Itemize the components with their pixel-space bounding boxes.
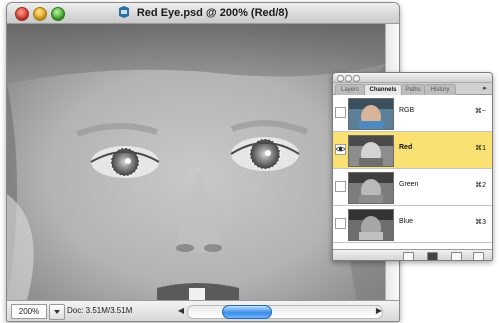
status-menu-button[interactable] — [49, 304, 65, 320]
visibility-toggle[interactable] — [335, 181, 346, 192]
palette-menu-button[interactable]: ▸ — [481, 85, 489, 92]
channel-shortcut: ⌘3 — [475, 219, 486, 226]
triangle-menu-icon — [54, 310, 60, 314]
new-channel-icon[interactable] — [451, 252, 462, 260]
palette-footer — [333, 249, 492, 260]
tab-layers[interactable]: Layers — [335, 84, 365, 95]
scroll-right-button[interactable]: ▶ — [373, 304, 385, 318]
status-bar: 200% Doc: 3.51M/3.51M ◀ ▶ — [7, 300, 399, 321]
save-selection-icon[interactable] — [427, 252, 438, 260]
grayscale-photo-child-face — [7, 24, 385, 300]
channel-list: RGB ⌘~ Red ⌘1 Green ⌘2 Blue ⌘3 — [333, 95, 492, 249]
palette-titlebar[interactable] — [333, 73, 492, 83]
channel-thumbnail — [348, 135, 394, 167]
horizontal-scrollbar-thumb[interactable] — [222, 305, 272, 319]
channel-row-rgb[interactable]: RGB ⌘~ — [333, 95, 492, 132]
visibility-toggle[interactable] — [335, 107, 346, 118]
palette-minimize-button[interactable] — [345, 75, 352, 82]
channel-shortcut: ⌘1 — [475, 145, 486, 152]
zoom-level-field[interactable]: 200% — [11, 304, 47, 319]
palette-close-button[interactable] — [337, 75, 344, 82]
channel-name: Blue — [399, 218, 414, 225]
tab-channels[interactable]: Channels — [364, 84, 402, 95]
visibility-toggle[interactable] — [335, 218, 346, 229]
window-title-group: Red Eye.psd @ 200% (Red/8) — [7, 6, 399, 19]
channel-thumbnail — [348, 172, 394, 204]
window-titlebar[interactable]: Red Eye.psd @ 200% (Red/8) — [7, 3, 399, 24]
tab-paths[interactable]: Paths — [401, 84, 425, 95]
image-canvas[interactable] — [7, 24, 385, 300]
channel-row-green[interactable]: Green ⌘2 — [333, 169, 492, 206]
palette-tabs: Layers Channels Paths History ▸ — [333, 83, 492, 95]
channel-row-blue[interactable]: Blue ⌘3 — [333, 206, 492, 243]
channel-shortcut: ⌘~ — [474, 108, 486, 115]
scroll-left-button[interactable]: ◀ — [175, 304, 187, 318]
tab-history[interactable]: History — [424, 84, 456, 95]
load-selection-icon[interactable] — [403, 252, 414, 260]
channels-palette: Layers Channels Paths History ▸ RGB ⌘~ R… — [332, 72, 493, 261]
channel-thumbnail — [348, 98, 394, 130]
eye-icon — [336, 146, 345, 152]
channel-row-red[interactable]: Red ⌘1 — [333, 132, 492, 169]
channel-name: Red — [399, 144, 413, 151]
channel-shortcut: ⌘2 — [475, 182, 486, 189]
delete-channel-icon[interactable] — [473, 252, 484, 260]
photoshop-file-icon — [118, 6, 129, 18]
palette-zoom-button[interactable] — [353, 75, 360, 82]
horizontal-scrollbar-track[interactable] — [187, 305, 383, 319]
channel-name: Green — [399, 181, 419, 188]
channel-thumbnail — [348, 209, 394, 241]
document-size-info: Doc: 3.51M/3.51M — [67, 306, 133, 315]
channel-name: RGB — [399, 107, 415, 114]
window-title: Red Eye.psd @ 200% (Red/8) — [136, 7, 289, 19]
